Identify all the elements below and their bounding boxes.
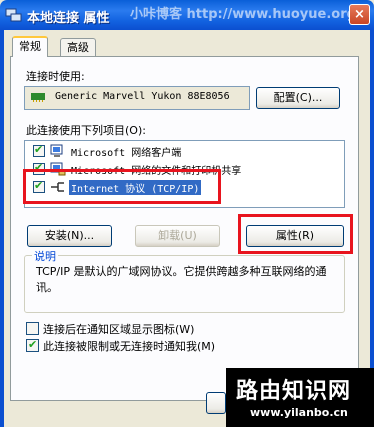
show-icon-checkbox[interactable] — [26, 322, 39, 335]
network-adapter-icon — [31, 93, 45, 102]
ok-button[interactable] — [206, 392, 226, 414]
adapter-field: Generic Marvell Yukon 88E8056 — [24, 86, 250, 110]
item-label: Microsoft 网络客户端 — [71, 148, 182, 159]
close-button[interactable]: × — [349, 4, 370, 25]
description-text: TCP/IP 是默认的广域网协议。它提供跨越多种互联网络的通讯。 — [36, 265, 327, 294]
show-icon-label: 连接后在通知区域显示图标(W) — [43, 323, 195, 336]
notify-checkbox[interactable]: ✔ — [26, 338, 39, 352]
tab-general-label: 常规 — [19, 40, 41, 53]
window-title: 本地连接 属性 — [27, 11, 110, 26]
title-bar[interactable]: 本地连接 属性 小咔博客 http://www.huoyue.org/ × — [0, 0, 374, 30]
highlight-box-protocol — [23, 169, 221, 204]
item-checkbox[interactable]: ✔ — [33, 143, 45, 157]
configure-button[interactable]: 配置(C)... — [256, 87, 340, 109]
tab-general[interactable]: 常规 — [12, 36, 48, 57]
network-connection-icon — [5, 8, 22, 22]
tab-advanced-label: 高级 — [67, 41, 89, 54]
notify-label: 此连接被限制或无连接时通知我(M) — [43, 340, 216, 353]
uninstall-button[interactable]: 卸载(U) — [135, 225, 220, 247]
list-item[interactable]: ✔ Microsoft 网络客户端 — [25, 142, 344, 160]
window-frame-left — [0, 30, 4, 427]
description-title: 说明 — [32, 248, 58, 264]
site-name: 路由知识网 — [236, 379, 352, 404]
highlight-box-properties — [238, 214, 353, 254]
site-url: www.yilanbo.cn — [250, 406, 348, 419]
site-watermark: 路由知识网 www.yilanbo.cn — [226, 368, 374, 427]
install-button[interactable]: 安装(N)... — [27, 225, 112, 247]
tab-advanced[interactable]: 高级 — [60, 38, 96, 57]
watermark-text: 小咔博客 http://www.huoyue.org/ — [130, 7, 361, 22]
connect-using-label: 连接时使用: — [26, 70, 85, 83]
items-label: 此连接使用下列项目(O): — [26, 124, 146, 137]
network-client-icon — [50, 144, 63, 157]
adapter-name: Generic Marvell Yukon 88E8056 — [55, 91, 230, 102]
